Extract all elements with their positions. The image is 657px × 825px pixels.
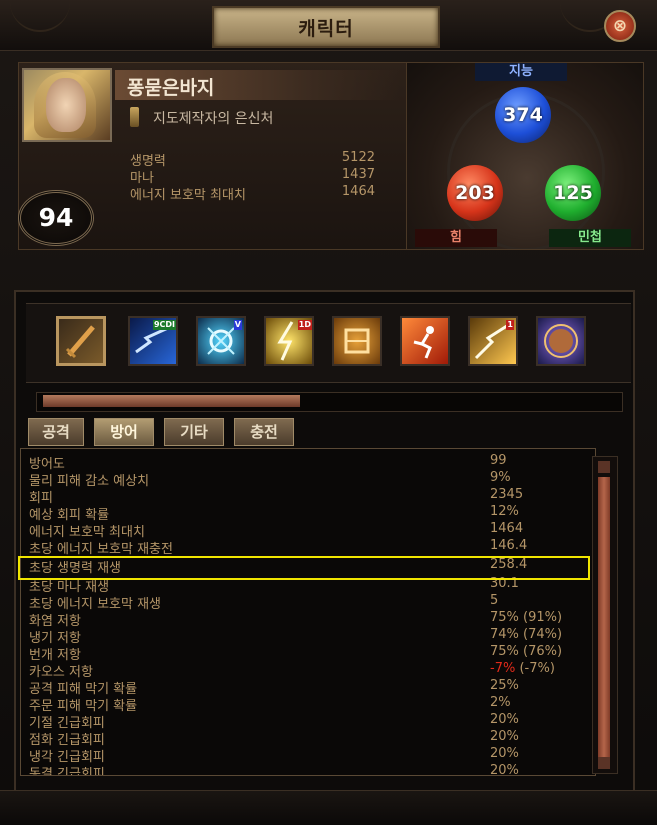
stat-value: 20%	[490, 712, 519, 727]
stat-value: 75% (76%)	[490, 644, 563, 659]
skill-slot-1[interactable]	[56, 316, 106, 366]
character-level: 94	[18, 190, 94, 246]
dexterity-orb: 125	[545, 165, 601, 221]
stat-value: 20%	[490, 763, 519, 776]
list-item: 점화 긴급회피 20%	[29, 729, 585, 748]
list-item: 냉기 저항 74% (74%)	[29, 627, 585, 646]
cursed-head-icon	[544, 324, 578, 358]
attribute-wheel: 지능 374 203 125 힘 민첩	[406, 62, 644, 250]
list-item: 냉각 긴급회피 20%	[29, 746, 585, 765]
list-item: 초당 에너지 보호막 재생 5	[29, 593, 585, 612]
intelligence-orb: 374	[495, 87, 551, 143]
dexterity-label: 민첩	[549, 229, 631, 247]
skill-tag: 1	[506, 320, 514, 330]
close-button[interactable]: ⊗	[604, 10, 636, 42]
skill-tag: 1D	[297, 320, 312, 330]
skill-slot-8[interactable]	[536, 316, 586, 366]
tab-offense[interactable]: 공격	[28, 418, 84, 446]
highlight-box	[18, 556, 590, 580]
skill-tag: V	[233, 320, 242, 330]
stat-value: 20%	[490, 729, 519, 744]
list-scroll-thumb[interactable]	[598, 477, 610, 757]
list-item: 방어도 99	[29, 453, 585, 472]
skill-slot-2[interactable]: 9CDI	[128, 316, 178, 366]
character-league: 지도제작자의 은신처	[153, 111, 274, 127]
character-portrait	[22, 68, 112, 142]
stat-value: 20%	[490, 746, 519, 761]
stat-value: 1464	[341, 184, 375, 199]
ornament	[10, 0, 70, 32]
list-item: 물리 피해 감소 예상치 9%	[29, 470, 585, 489]
stat-value: 9%	[490, 470, 511, 485]
tab-charges[interactable]: 충전	[234, 418, 294, 446]
skill-slot-7[interactable]: 1	[468, 316, 518, 366]
stat-value: -7% (-7%)	[490, 661, 555, 676]
scroll-up-arrow[interactable]	[598, 461, 610, 473]
list-item: 에너지 보호막 최대치 1464	[29, 521, 585, 540]
bottom-border	[0, 790, 657, 825]
list-scrollbar[interactable]	[592, 456, 618, 774]
negative-value: -7%	[490, 661, 516, 676]
stat-label: 초당 에너지 보호막 재충전	[29, 542, 173, 557]
stat-value: 25%	[490, 678, 519, 693]
box-icon	[344, 328, 370, 354]
list-item: 회피 2345	[29, 487, 585, 506]
stat-energy-shield: 에너지 보호막 최대치 1464	[130, 184, 375, 203]
tab-misc[interactable]: 기타	[164, 418, 224, 446]
skill-tag: 9CDI	[152, 320, 176, 330]
skill-scrollbar[interactable]	[36, 392, 623, 412]
portrait-face	[46, 78, 86, 132]
running-man-icon	[413, 326, 434, 359]
stat-value: 74% (74%)	[490, 627, 563, 642]
skill-slot-6[interactable]	[400, 316, 450, 366]
sword-icon	[65, 325, 95, 359]
list-item: 카오스 저항 -7% (-7%)	[29, 661, 585, 680]
tab-defense[interactable]: 방어	[94, 418, 154, 446]
value-rest: (-7%)	[515, 661, 555, 676]
stat-value: 5122	[341, 150, 375, 165]
skill-slot-5[interactable]	[332, 316, 382, 366]
stat-value: 99	[490, 453, 507, 468]
stat-value: 75% (91%)	[490, 610, 563, 625]
intelligence-label: 지능	[475, 63, 567, 81]
character-name: 퐁묻은바지	[127, 77, 215, 99]
list-item: 동결 긴급회피 20%	[29, 763, 585, 776]
stat-label: 에너지 보호막 최대치	[130, 188, 246, 203]
stat-value: 2%	[490, 695, 511, 710]
league-icon	[130, 107, 139, 127]
skill-slot-3[interactable]: V	[196, 316, 246, 366]
stat-value: 146.4	[490, 538, 528, 553]
stat-value: 5	[490, 593, 499, 608]
list-item: 공격 피해 막기 확률 25%	[29, 678, 585, 697]
defense-stat-list: 방어도 99 물리 피해 감소 예상치 9% 회피 2345 예상 회피 확률 12% …	[20, 448, 596, 776]
stat-value: 12%	[490, 504, 519, 519]
skill-scroll-thumb[interactable]	[43, 395, 300, 407]
stat-label: 동결 긴급회피	[29, 767, 105, 776]
strength-orb: 203	[447, 165, 503, 221]
list-item: 번개 저항 75% (76%)	[29, 644, 585, 663]
stat-value: 2345	[490, 487, 524, 502]
list-item: 화염 저항 75% (91%)	[29, 610, 585, 629]
scroll-down-arrow[interactable]	[598, 757, 610, 769]
skill-slot-4[interactable]: 1D	[264, 316, 314, 366]
list-item: 주문 피해 막기 확률 2%	[29, 695, 585, 714]
stat-value: 1464	[490, 521, 524, 536]
stat-value: 1437	[341, 167, 375, 182]
list-item: 예상 회피 확률 12%	[29, 504, 585, 523]
list-item: 초당 에너지 보호막 재충전 146.4	[29, 538, 585, 557]
list-item: 기절 긴급회피 20%	[29, 712, 585, 731]
strength-label: 힘	[415, 229, 497, 247]
window-title: 캐릭터	[212, 6, 440, 48]
